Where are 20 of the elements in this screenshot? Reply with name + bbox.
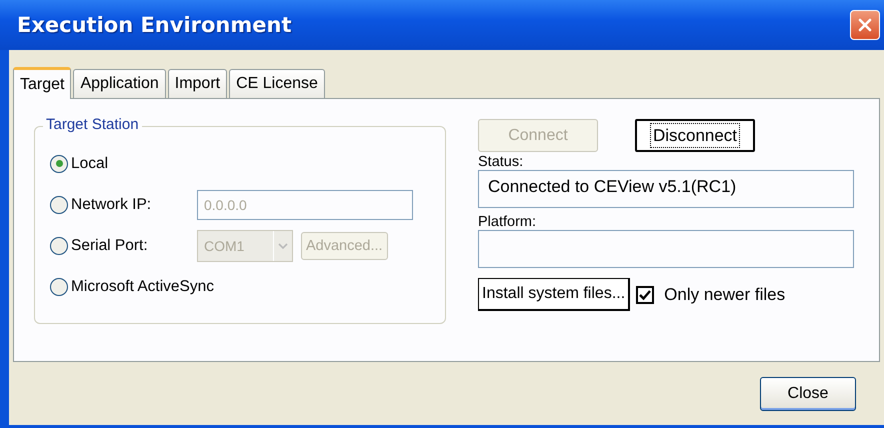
tab[interactable]: Import [168, 69, 228, 98]
install-button[interactable]: Install system files... [478, 278, 630, 311]
option-label[interactable]: Local [71, 154, 108, 172]
tab[interactable]: Application [73, 69, 166, 98]
close-icon[interactable] [850, 10, 880, 40]
status-label: Status: [478, 154, 524, 170]
status-field: Connected to CEView v5.1(RC1) [478, 170, 854, 208]
checkbox[interactable] [636, 286, 654, 304]
window-title: Execution Environment [17, 13, 292, 37]
radio-button[interactable] [50, 154, 68, 172]
close-button[interactable]: Close [760, 376, 856, 410]
disconnect-button[interactable]: Disconnect [635, 119, 755, 152]
checkbox-label[interactable]: Only newer files [664, 284, 786, 304]
option-label[interactable]: Microsoft ActiveSync [71, 278, 214, 296]
group-title: Target Station [43, 116, 142, 133]
platform-label: Platform: [478, 214, 538, 230]
radio-button[interactable] [50, 278, 68, 296]
tab[interactable]: CE License [229, 69, 325, 98]
tab[interactable]: Target [13, 67, 72, 99]
check-icon [638, 288, 652, 302]
